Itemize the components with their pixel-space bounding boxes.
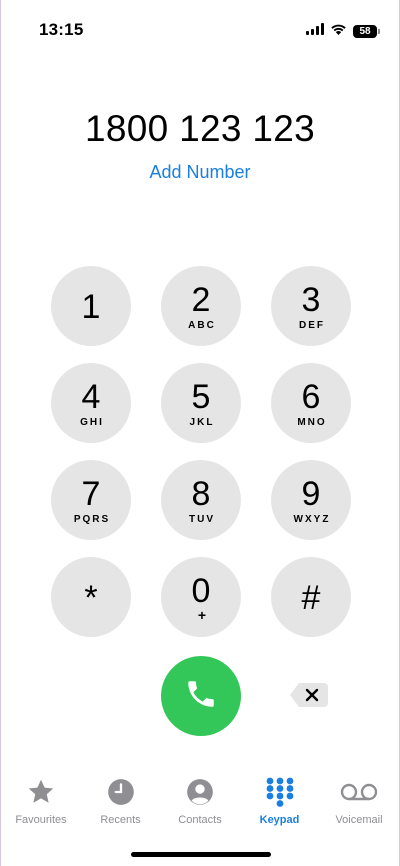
key-9[interactable]: 9 WXYZ: [271, 460, 351, 540]
tab-label: Recents: [100, 814, 141, 826]
key-4[interactable]: 4 GHI: [51, 363, 131, 443]
status-time: 13:15: [39, 20, 84, 39]
status-icons: 58: [306, 22, 380, 40]
key-letters: WXYZ: [293, 514, 331, 525]
tab-bar: Favourites Recents Contacts Keypad Voice…: [1, 776, 399, 836]
tab-keypad[interactable]: Keypad: [248, 776, 312, 836]
voicemail-icon: [340, 776, 378, 808]
key-letters: TUV: [189, 514, 215, 525]
key-digit: 2: [191, 281, 211, 319]
key-1[interactable]: 1: [51, 266, 131, 346]
key-7[interactable]: 7 PQRS: [51, 460, 131, 540]
key-digit: 6: [301, 378, 321, 416]
tab-label: Voicemail: [335, 814, 383, 826]
key-digit: 0: [191, 571, 211, 610]
key-digit: 4: [81, 378, 101, 416]
key-digit: 5: [191, 378, 211, 416]
key-5[interactable]: 5 JKL: [161, 363, 241, 443]
call-button[interactable]: [161, 656, 241, 736]
key-digit: 3: [301, 281, 321, 319]
key-digit: #: [301, 579, 321, 617]
key-star[interactable]: *: [51, 557, 131, 637]
wifi-icon: [330, 22, 347, 40]
phone-icon: [184, 677, 218, 716]
key-letters: DEF: [299, 320, 325, 331]
star-icon: [26, 776, 56, 808]
delete-button[interactable]: [289, 682, 329, 708]
key-letters: JKL: [189, 417, 215, 428]
backspace-icon: [289, 683, 329, 712]
key-digit: 7: [81, 475, 101, 513]
tab-contacts[interactable]: Contacts: [168, 776, 232, 836]
key-8[interactable]: 8 TUV: [161, 460, 241, 540]
key-letters: GHI: [80, 417, 104, 428]
home-indicator[interactable]: [131, 852, 271, 857]
tab-favourites[interactable]: Favourites: [9, 776, 73, 836]
tab-label: Favourites: [15, 814, 67, 826]
cellular-signal-icon: [306, 22, 324, 40]
person-circle-icon: [186, 776, 214, 808]
key-3[interactable]: 3 DEF: [271, 266, 351, 346]
key-digit: 8: [191, 475, 211, 513]
tab-label: Contacts: [178, 814, 222, 826]
dialed-number: 1800 123 123: [85, 108, 315, 149]
battery-icon: 58: [353, 24, 380, 38]
key-digit: 1: [81, 288, 101, 326]
key-letters: ABC: [188, 320, 216, 331]
key-letters: +: [197, 606, 207, 623]
tab-voicemail[interactable]: Voicemail: [327, 776, 391, 836]
key-6[interactable]: 6 MNO: [271, 363, 351, 443]
key-digit: *: [84, 579, 98, 617]
tab-recents[interactable]: Recents: [89, 776, 153, 836]
key-letters: MNO: [297, 417, 327, 428]
key-hash[interactable]: #: [271, 557, 351, 637]
keypad: 1 2 ABC 3 DEF 4 GHI 5 JKL 6 MNO 7 PQRS 8…: [51, 266, 351, 637]
key-0[interactable]: 0 +: [161, 557, 241, 637]
key-digit: 9: [301, 475, 321, 513]
clock-icon: [107, 776, 135, 808]
status-bar: 13:15 58: [1, 0, 399, 56]
battery-level: 58: [359, 25, 371, 37]
key-letters: PQRS: [73, 514, 111, 525]
tab-label: Keypad: [259, 814, 300, 826]
add-number-link[interactable]: Add Number: [1, 162, 399, 183]
key-2[interactable]: 2 ABC: [161, 266, 241, 346]
keypad-icon: [266, 776, 294, 808]
